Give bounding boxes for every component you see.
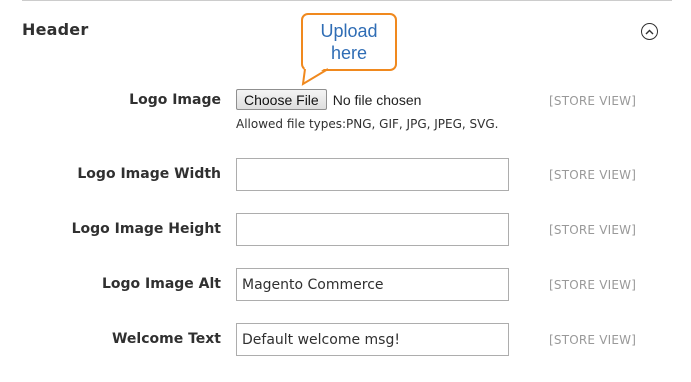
callout-pointer [301,66,329,86]
logo-alt-input[interactable] [236,268,509,301]
logo-image-scope: [STORE VIEW] [549,94,637,108]
logo-image-label: Logo Image [129,92,221,108]
welcome-text-scope: [STORE VIEW] [549,333,637,347]
chevron-up-icon [645,29,654,34]
welcome-text-label: Welcome Text [111,331,221,347]
logo-width-input[interactable] [236,158,509,191]
collapse-toggle[interactable] [641,23,658,40]
logo-image-file-input: Choose File No file chosen [236,89,421,110]
logo-height-input[interactable] [236,213,509,246]
callout-text: Upload here [320,21,378,63]
logo-height-scope: [STORE VIEW] [549,223,637,237]
section-divider [22,0,672,1]
logo-alt-label: Logo Image Alt [101,276,221,292]
section-title: Header [22,20,89,39]
choose-file-button[interactable]: Choose File [236,89,327,110]
upload-callout: Upload here [301,13,397,71]
welcome-text-input[interactable] [236,323,509,356]
logo-alt-scope: [STORE VIEW] [549,278,637,292]
file-status: No file chosen [332,91,422,108]
logo-width-label: Logo Image Width [77,166,221,182]
logo-height-label: Logo Image Height [71,221,221,237]
logo-width-scope: [STORE VIEW] [549,168,637,182]
allowed-file-types-note: Allowed file types:PNG, GIF, JPG, JPEG, … [236,117,499,131]
